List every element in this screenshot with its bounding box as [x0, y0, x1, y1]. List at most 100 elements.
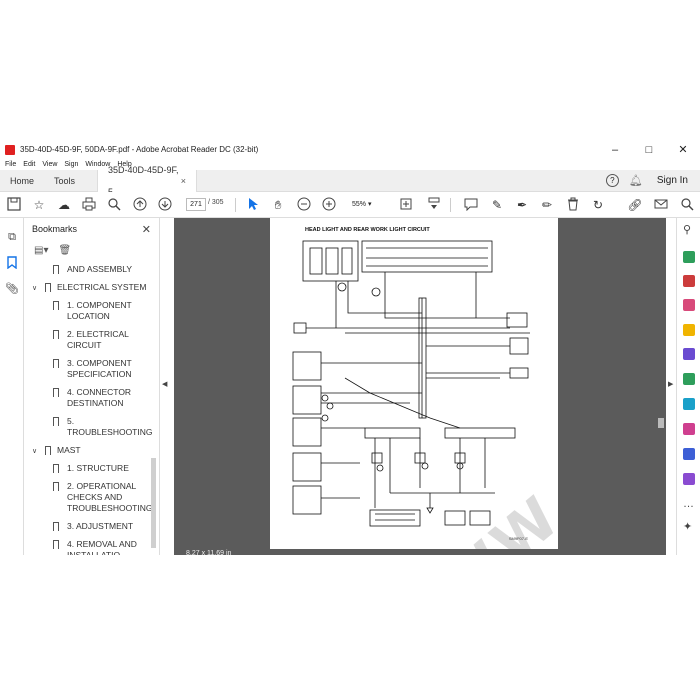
organize-pages-icon[interactable] [683, 373, 695, 385]
bookmark-item[interactable]: 4. CONNECTOR DESTINATION [24, 387, 150, 413]
bookmark-item[interactable]: 4. REMOVAL AND INSTALLATIO [24, 539, 150, 555]
bookmark-star-icon[interactable]: ☆ [31, 197, 47, 213]
scan-ocr-icon[interactable] [683, 398, 695, 410]
menu-file[interactable]: File [5, 161, 16, 168]
bookmark-item[interactable]: 3. COMPONENT SPECIFICATION [24, 358, 150, 384]
attachments-icon[interactable]: 📎︎ [5, 282, 19, 296]
bookmark-label: MAST [57, 445, 81, 455]
bookmark-item[interactable]: 2. OPERATIONAL CHECKS AND TROUBLESHOOTIN… [24, 481, 153, 518]
title-bar: 35D-40D-45D-9F, 50DA-9F.pdf - Adobe Acro… [0, 140, 700, 159]
protect-icon[interactable] [683, 448, 695, 460]
bookmarks-icon[interactable] [5, 256, 19, 270]
tab-tools[interactable]: Tools [44, 170, 85, 192]
help-icon[interactable]: ? [605, 174, 619, 187]
page-thumbnails-icon[interactable]: ⧉ [5, 230, 19, 244]
close-panel-icon[interactable]: ✕ [142, 223, 151, 236]
bookmark-label: 3. COMPONENT SPECIFICATION [67, 358, 132, 379]
bookmark-item[interactable]: AND ASSEMBLY [24, 264, 150, 279]
acrobat-window: 35D-40D-45D-9F, 50DA-9F.pdf - Adobe Acro… [0, 140, 700, 557]
create-pdf-icon[interactable] [683, 275, 695, 287]
highlight-pen-icon[interactable]: ✎ [489, 197, 505, 213]
email-icon[interactable] [653, 197, 669, 213]
menu-edit[interactable]: Edit [23, 161, 35, 168]
bookmark-flag-icon [53, 464, 59, 473]
chevron-down-icon: ▾ [367, 201, 372, 208]
menu-sign[interactable]: Sign [64, 161, 78, 168]
delete-icon[interactable] [565, 197, 581, 213]
bookmark-item[interactable]: 5. TROUBLESHOOTING [24, 416, 152, 442]
collapse-left-panel-icon[interactable]: ◀ [162, 380, 167, 388]
expand-chevron-icon[interactable]: ∨ [32, 283, 37, 294]
minimize-button[interactable]: – [598, 144, 632, 156]
document-view[interactable]: HEAD LIGHT AND REAR WORK LIGHT CIRCUIT W… [174, 218, 666, 557]
find-icon[interactable] [106, 197, 122, 213]
cloud-upload-icon[interactable]: ☁ [56, 197, 72, 213]
fit-page-icon[interactable] [398, 197, 414, 213]
close-window-button[interactable]: ✕ [666, 143, 700, 156]
bookmark-flag-icon [53, 388, 59, 397]
save-icon[interactable] [6, 197, 22, 213]
bookmark-flag-icon [53, 330, 59, 339]
fill-sign-icon[interactable]: ✏︎ [539, 197, 555, 213]
hand-tool-icon[interactable]: ✋︎ [270, 197, 286, 213]
more-tools-icon[interactable]: … [683, 498, 695, 510]
select-cursor-icon[interactable] [245, 197, 261, 213]
bookmark-item[interactable]: 3. ADJUSTMENT [24, 521, 150, 536]
tab-document[interactable]: 35D-40D-45D-9F, 5... × [97, 165, 198, 197]
maximize-button[interactable]: □ [632, 144, 666, 156]
tab-close-icon[interactable]: × [181, 170, 186, 192]
notification-bell-icon[interactable]: 🔔︎ [629, 174, 643, 187]
bookmark-item[interactable]: 1. STRUCTURE [24, 463, 150, 478]
zoom-in-icon[interactable] [321, 197, 337, 213]
bookmark-flag-icon [53, 301, 59, 310]
zoom-level-select[interactable]: 55% ▾ [346, 198, 382, 211]
print-icon[interactable] [81, 197, 97, 213]
next-page-icon[interactable] [157, 197, 173, 213]
bookmark-flag-icon [53, 265, 59, 274]
zoom-value: 55% [352, 201, 367, 208]
bookmark-flag-icon [45, 283, 51, 292]
page-count: / 305 [208, 199, 224, 206]
delete-bookmark-icon[interactable]: 🗑︎ [58, 245, 71, 256]
menu-view[interactable]: View [42, 161, 57, 168]
fill-and-sign-icon[interactable] [683, 423, 695, 435]
attach-link-icon[interactable]: 🔗︎ [627, 197, 643, 213]
comment-tool-icon[interactable] [683, 324, 695, 336]
zoom-out-icon[interactable] [296, 197, 312, 213]
settings-icon[interactable]: ✦ [683, 521, 695, 533]
bookmark-label: 1. COMPONENT LOCATION [67, 300, 132, 321]
scroll-mode-icon[interactable] [426, 197, 442, 213]
prepare-form-icon[interactable] [683, 473, 695, 485]
rotate-icon[interactable]: ↻ [590, 197, 606, 213]
search-icon[interactable] [679, 197, 695, 213]
search-tools-icon[interactable]: ⚲ [683, 224, 695, 236]
bookmark-label: ELECTRICAL SYSTEM [57, 282, 147, 292]
tab-home[interactable]: Home [0, 170, 44, 192]
edit-pdf-icon[interactable] [683, 299, 695, 311]
collapse-right-panel-icon[interactable]: ▶ [668, 380, 673, 388]
bookmark-item[interactable]: ∨ ELECTRICAL SYSTEM [24, 282, 150, 297]
bookmark-item[interactable]: 1. COMPONENT LOCATION [24, 300, 150, 326]
main-toolbar: ☆ ☁ 271 / 305 ✋︎ 55% ▾ ✎ ✒ ✏︎ ↻ 🔗︎ [0, 192, 700, 218]
page-number-input[interactable]: 271 [186, 198, 206, 211]
bookmark-flag-icon [53, 417, 59, 426]
menu-window[interactable]: Window [85, 161, 110, 168]
bookmark-label: 2. ELECTRICAL CIRCUIT [67, 329, 129, 350]
bookmark-options-icon[interactable]: ▤▾ [34, 245, 48, 256]
bookmark-flag-icon [53, 482, 59, 491]
bookmark-flag-icon [53, 359, 59, 368]
expand-chevron-icon[interactable]: ∨ [32, 446, 37, 457]
bookmark-item[interactable]: ∨ MAST [24, 445, 150, 460]
comment-icon[interactable] [463, 197, 479, 213]
bookmark-item[interactable]: 2. ELECTRICAL CIRCUIT [24, 329, 150, 355]
toolbar-divider [450, 198, 451, 212]
combine-files-icon[interactable] [683, 348, 695, 360]
draw-icon[interactable]: ✒ [514, 197, 530, 213]
sign-in-button[interactable]: Sign In [657, 175, 688, 186]
bookmarks-scrollbar[interactable] [151, 458, 156, 548]
previous-page-icon[interactable] [132, 197, 148, 213]
bookmark-label: 2. OPERATIONAL CHECKS AND TROUBLESHOOTIN… [67, 481, 153, 513]
document-scrollbar[interactable] [658, 418, 664, 428]
right-tools-rail: ⚲ … ✦ [676, 218, 700, 555]
export-pdf-icon[interactable] [683, 251, 695, 263]
